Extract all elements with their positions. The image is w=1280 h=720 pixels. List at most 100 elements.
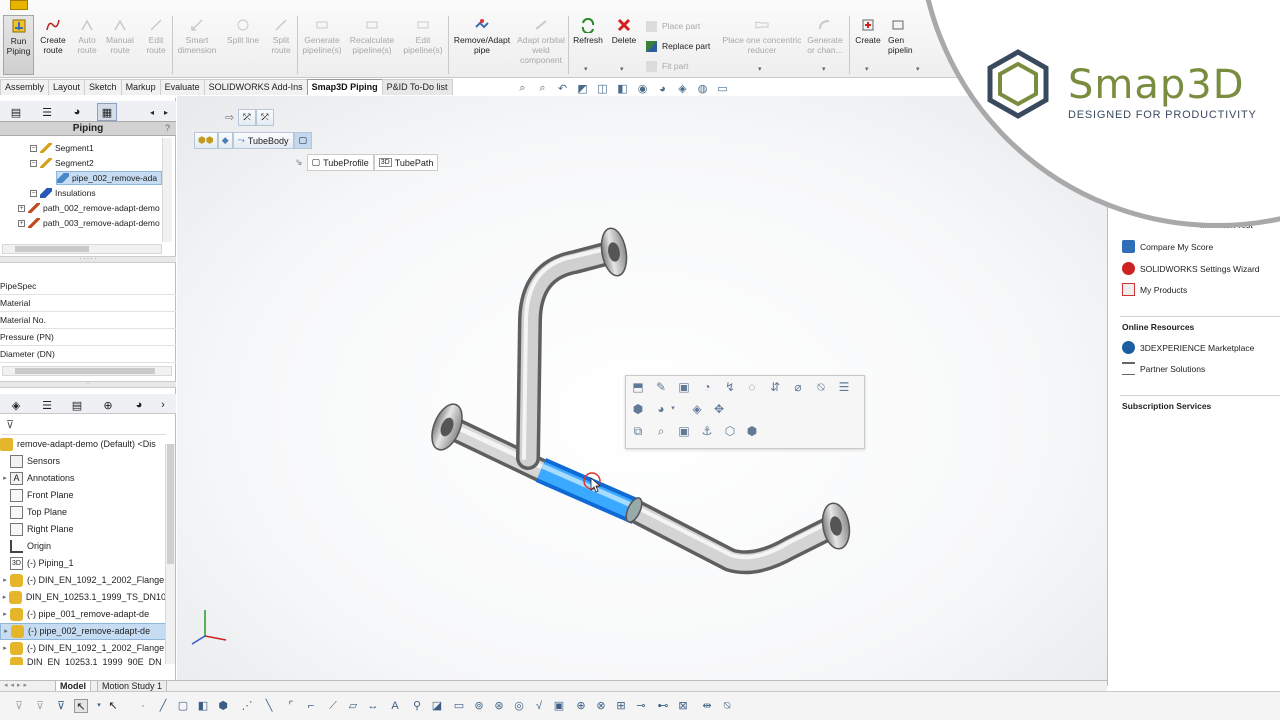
create-button[interactable]: Create: [852, 15, 884, 45]
create-route-button[interactable]: Create route: [37, 15, 69, 55]
anchor-icon[interactable]: ⚓: [699, 423, 715, 439]
select-dropdown-icon[interactable]: ▾: [92, 699, 106, 713]
filter-toggle-icon[interactable]: ⊽: [12, 699, 26, 713]
3dexperience-marketplace-link[interactable]: 3DEXPERIENCE Marketplace: [1122, 341, 1254, 354]
move-component-icon[interactable]: ✥: [711, 401, 727, 417]
expand-icon[interactable]: −: [30, 144, 37, 152]
adapt-orbital-weld-button[interactable]: Adapt orbital weld component: [517, 15, 565, 65]
recalculate-pipelines-button[interactable]: Recalculate pipeline(s): [347, 15, 397, 55]
split-route-button[interactable]: Split route: [266, 15, 296, 55]
display-style-icon[interactable]: ◉: [634, 81, 651, 96]
properties-hscrollbar[interactable]: [2, 366, 172, 376]
feature-elbow-2[interactable]: DIN_EN_10253.1_1999_90E_DN: [0, 657, 166, 665]
route-point-icon[interactable]: ⊷: [656, 699, 670, 713]
block-icon[interactable]: ⊞: [614, 699, 628, 713]
previous-view-icon[interactable]: ↶: [554, 81, 571, 96]
open-part-icon[interactable]: ⬒: [630, 379, 646, 395]
edge-icon[interactable]: ⌐: [304, 699, 318, 713]
property-pressure[interactable]: Pressure (PN): [0, 329, 176, 346]
feature-pipe-001[interactable]: ▸ (-) pipe_001_remove-adapt-de: [0, 606, 166, 623]
feature-front-plane[interactable]: Front Plane: [0, 487, 166, 504]
tree-item-pipe-002[interactable]: pipe_002_remove-ada: [56, 171, 162, 185]
expand-arrow-icon[interactable]: ▸: [0, 572, 10, 589]
replace-part-button[interactable]: Replace part: [646, 41, 710, 53]
weld-icon[interactable]: ⚲: [410, 699, 424, 713]
filter-edges-icon[interactable]: ⊽: [54, 699, 68, 713]
axis-filter-icon[interactable]: ⇹: [700, 699, 714, 713]
zoom-to-selection-icon[interactable]: ⌕: [653, 423, 669, 439]
plane-filter-icon[interactable]: ▱: [346, 699, 360, 713]
edit-part-icon[interactable]: ✎: [653, 379, 669, 395]
manual-route-button[interactable]: Manual route: [103, 15, 137, 55]
place-concentric-reducer-button[interactable]: Place one concentric reducer: [722, 15, 802, 55]
dropdown-icon[interactable]: ▾: [669, 401, 677, 417]
expand-icon[interactable]: +: [18, 219, 25, 227]
tree-item-path-003[interactable]: + path_003_remove-adapt-demo: [18, 216, 162, 230]
expand-icon[interactable]: −: [30, 159, 37, 167]
create-dropdown-icon[interactable]: ▾: [865, 65, 869, 73]
generate-or-change-button[interactable]: Generate or chan...: [804, 15, 846, 55]
partner-solutions-link[interactable]: Partner Solutions: [1122, 362, 1205, 375]
tab-sketch[interactable]: Sketch: [84, 79, 122, 95]
cosmetic-icon[interactable]: ⊛: [492, 699, 506, 713]
attach-icon[interactable]: ⌀: [790, 379, 806, 395]
suppress-icon[interactable]: ↯: [722, 379, 738, 395]
filter-icon[interactable]: ⊽: [6, 418, 14, 431]
tab-pid-todo-list[interactable]: P&ID To-Do list: [381, 79, 453, 95]
scroll-right-icon[interactable]: ▸: [160, 103, 172, 121]
dynamic-annotation-icon[interactable]: ◫: [594, 81, 611, 96]
geometric-tolerance-icon[interactable]: ▣: [552, 699, 566, 713]
rectangle-icon[interactable]: ▢: [176, 699, 190, 713]
settings-wizard-link[interactable]: SOLIDWORKS Settings Wizard: [1122, 262, 1260, 275]
appearance-edit-icon[interactable]: ◈: [689, 401, 705, 417]
refresh-button[interactable]: Refresh: [571, 15, 605, 45]
my-products-link[interactable]: My Products: [1122, 283, 1187, 296]
run-piping-button[interactable]: Run Piping: [3, 15, 34, 75]
graphics-viewport[interactable]: ⇨ ⤱ ⤱ ⬢⬢ ◆ ⤳ TubeBody ▢ ⇘ ▢ TubeProfile 3D…: [177, 96, 1107, 680]
generate-pipelines-button[interactable]: Generate pipeline(s): [299, 15, 345, 55]
edit-pipelines-button[interactable]: Edit pipeline(s): [400, 15, 446, 55]
edit-route-button[interactable]: Edit route: [142, 15, 170, 55]
vertex-icon[interactable]: ⌜: [284, 699, 298, 713]
expand-arrow-icon[interactable]: ▸: [0, 470, 10, 487]
feature-tree-vscrollbar[interactable]: [165, 444, 175, 664]
featuremanager-tab-icon[interactable]: ◈: [6, 396, 26, 414]
smart-dimension-button[interactable]: Smart dimension: [174, 15, 220, 55]
feature-annotations[interactable]: ▸ A Annotations: [0, 470, 166, 487]
propertymanager-tab-icon[interactable]: ☰: [37, 396, 57, 414]
appearance-tab-icon[interactable]: ◕: [67, 103, 87, 121]
face-icon[interactable]: ◧: [196, 699, 210, 713]
connection-point-icon[interactable]: ⊸: [634, 699, 648, 713]
tree-item-insulations[interactable]: − Insulations: [30, 186, 96, 200]
view-icon[interactable]: ⬡: [722, 423, 738, 439]
generate-2-dropdown-icon[interactable]: ▾: [916, 65, 920, 73]
filter-lock-icon[interactable]: ⍉: [720, 699, 734, 713]
displaymanager-tab-icon[interactable]: ◕: [129, 396, 149, 414]
filter-clear-icon[interactable]: ⊽: [33, 699, 47, 713]
feature-sensors[interactable]: Sensors: [0, 453, 166, 470]
surface-icon[interactable]: ◪: [430, 699, 444, 713]
expand-arrow-icon[interactable]: ▸: [0, 640, 10, 657]
feature-pipe-002[interactable]: ▸ (-) pipe_002_remove-adapt-de: [0, 623, 166, 640]
property-pipespec[interactable]: PipeSpec: [0, 278, 176, 295]
property-material-no[interactable]: Material No.: [0, 312, 176, 329]
expand-icon[interactable]: −: [30, 189, 37, 197]
body-icon[interactable]: ⬢: [216, 699, 230, 713]
edit-appearance-icon[interactable]: ◈: [674, 81, 691, 96]
view-settings-icon[interactable]: ▭: [714, 81, 731, 96]
piping-tree-tab-icon[interactable]: ▤: [6, 103, 26, 121]
generate-or-change-dropdown-icon[interactable]: ▾: [822, 65, 826, 73]
feature-piping-1[interactable]: 3D (-) Piping_1: [0, 555, 166, 572]
tree-item-segment2[interactable]: − Segment2: [30, 156, 94, 170]
feature-top-plane[interactable]: Top Plane: [0, 504, 166, 521]
tab-solidworks-addins[interactable]: SOLIDWORKS Add-Ins: [203, 79, 308, 95]
refresh-dropdown-icon[interactable]: ▾: [584, 65, 588, 73]
expand-icon[interactable]: +: [18, 204, 25, 212]
tree-item-path-002[interactable]: + path_002_remove-adapt-demo: [18, 201, 162, 215]
select-arrow-icon[interactable]: ↖: [106, 699, 120, 713]
configurationmanager-tab-icon[interactable]: ▤: [67, 396, 87, 414]
insert-mate-icon[interactable]: ⇵: [767, 379, 783, 395]
feature-origin[interactable]: Origin: [0, 538, 166, 555]
property-diameter[interactable]: Diameter (DN): [0, 346, 176, 363]
select-cursor-icon[interactable]: ↖: [74, 699, 88, 713]
